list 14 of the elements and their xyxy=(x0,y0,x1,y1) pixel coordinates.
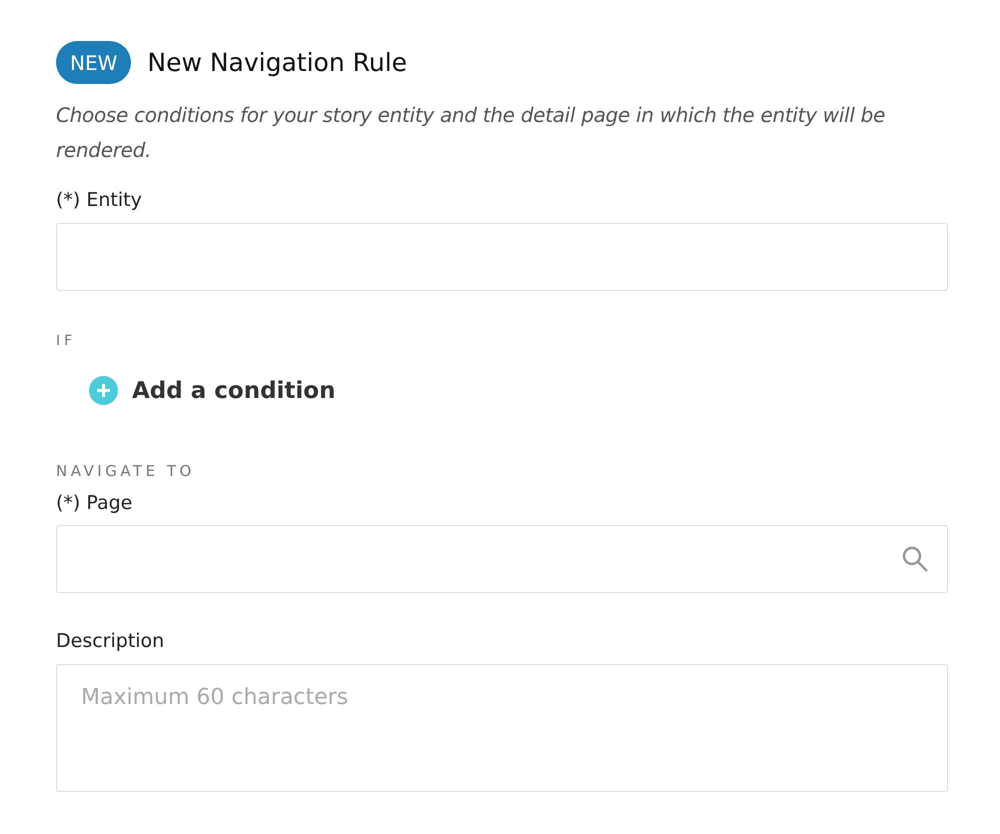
search-icon xyxy=(901,545,929,573)
form-title: New Navigation Rule xyxy=(147,46,408,79)
field-label: (*) Page xyxy=(56,490,134,516)
entity-field[interactable] xyxy=(56,222,948,290)
plus-icon xyxy=(89,376,118,406)
field-label: Description xyxy=(56,629,166,654)
new-badge: NEW xyxy=(56,41,132,84)
description-field[interactable]: Maximum 60 characters xyxy=(56,664,948,792)
section-heading: IF xyxy=(56,332,78,350)
intro-text: Choose conditions for your story entity and the detail page in which the entity will be rendered. xyxy=(56,102,886,164)
section-heading: NAVIGATE TO xyxy=(56,461,196,482)
field-label: (*) Entity xyxy=(56,188,143,213)
add-condition-button[interactable]: Add a condition xyxy=(89,374,336,408)
page-field[interactable] xyxy=(56,525,948,593)
